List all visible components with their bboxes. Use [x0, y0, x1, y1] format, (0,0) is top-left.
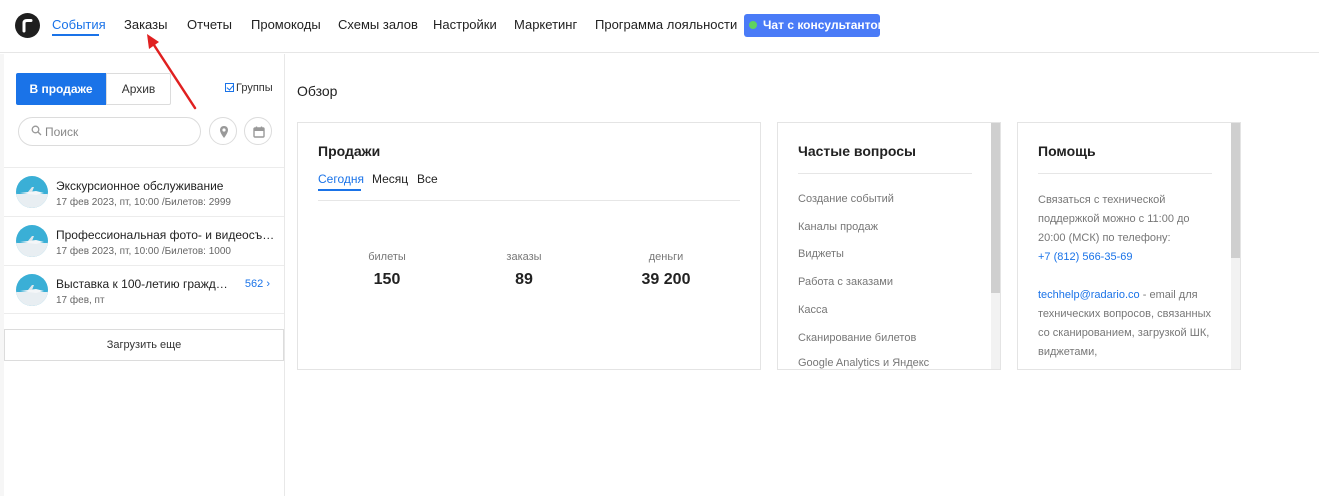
logo-icon[interactable] — [15, 13, 40, 38]
search-input[interactable] — [45, 123, 195, 141]
faq-link[interactable]: Виджеты — [798, 248, 844, 260]
event-list-item[interactable]: Экскурсионное обслуживание 17 фев 2023, … — [4, 167, 284, 216]
groups-label: Группы — [236, 82, 273, 94]
annotation-arrow-icon — [147, 34, 197, 110]
checkbox-checked-icon — [225, 83, 234, 92]
stat-orders: заказы 89 — [474, 251, 574, 289]
event-title: Экскурсионное обслуживание — [56, 179, 224, 193]
faq-card: Частые вопросы Создание событий Каналы п… — [777, 122, 1001, 370]
nav-loyalty-program[interactable]: Программа лояльности — [595, 17, 737, 32]
sales-title: Продажи — [318, 143, 381, 159]
stat-label: заказы — [506, 251, 542, 263]
chat-button-label: Чат с консультантом — [763, 18, 887, 32]
event-thumbnail — [16, 225, 48, 257]
event-thumbnail — [16, 274, 48, 306]
event-date: 17 фев, пт — [56, 295, 105, 306]
active-tab-indicator — [318, 189, 361, 191]
support-phone-link[interactable]: +7 (812) 566-35-69 — [1038, 251, 1132, 263]
stat-value: 150 — [373, 271, 401, 288]
help-support-text: Связаться с технической поддержкой можно… — [1038, 194, 1190, 244]
divider — [1038, 173, 1212, 174]
nav-promocodes[interactable]: Промокоды — [251, 17, 321, 32]
faq-title: Частые вопросы — [798, 143, 916, 159]
help-card: Помощь Связаться с технической поддержко… — [1017, 122, 1241, 370]
stat-value: 89 — [515, 271, 533, 288]
tab-all[interactable]: Все — [417, 172, 438, 186]
stat-tickets: билеты 150 — [337, 251, 437, 289]
help-title: Помощь — [1038, 143, 1096, 159]
search-box — [18, 117, 201, 146]
faq-link[interactable]: Касса — [798, 304, 828, 316]
sales-card: Продажи Сегодня Месяц Все билеты 150 зак… — [297, 122, 761, 370]
help-text: Связаться с технической поддержкой можно… — [1038, 191, 1218, 362]
support-email-link[interactable]: techhelp@radario.co — [1038, 289, 1140, 301]
scrollbar[interactable] — [991, 123, 1000, 369]
scrollbar-thumb[interactable] — [991, 123, 1000, 293]
event-date-tickets: 17 фев 2023, пт, 10:00 /Билетов: 2999 — [56, 197, 231, 208]
search-icon — [31, 125, 42, 136]
event-date-tickets: 17 фев 2023, пт, 10:00 /Билетов: 1000 — [56, 246, 231, 257]
event-thumbnail — [16, 176, 48, 208]
faq-link[interactable]: Каналы продаж — [798, 221, 878, 233]
nav-hall-schemes[interactable]: Схемы залов — [338, 17, 418, 32]
event-title: Выставка к 100-летию гражданской авиации — [56, 277, 228, 291]
location-filter-button[interactable] — [209, 117, 237, 145]
faq-link[interactable]: Google Analytics и Яндекс — [798, 357, 929, 369]
date-filter-button[interactable] — [244, 117, 272, 145]
nav-settings[interactable]: Настройки — [433, 17, 497, 32]
tab-on-sale[interactable]: В продаже — [16, 73, 106, 105]
nav-events[interactable]: События — [52, 17, 106, 32]
tab-today[interactable]: Сегодня — [318, 172, 364, 186]
stat-money: деньги 39 200 — [616, 251, 716, 289]
faq-link[interactable]: Сканирование билетов — [798, 332, 916, 344]
divider — [318, 200, 740, 201]
stat-label: деньги — [648, 251, 684, 263]
nav-marketing[interactable]: Маркетинг — [514, 17, 577, 32]
calendar-icon — [253, 126, 265, 138]
tab-month[interactable]: Месяц — [372, 172, 408, 186]
load-more-button[interactable]: Загрузить еще — [4, 329, 284, 361]
event-list-item[interactable]: Профессиональная фото- и видеосъемка 17 … — [4, 216, 284, 265]
active-tab-indicator — [52, 34, 99, 36]
event-ticket-count-link[interactable]: 562 › — [245, 278, 270, 290]
groups-checkbox[interactable]: Группы — [225, 82, 273, 94]
faq-link[interactable]: Создание событий — [798, 193, 894, 205]
event-list-item[interactable]: Выставка к 100-летию гражданской авиации… — [4, 265, 284, 314]
chat-consultant-button[interactable]: Чат с консультантом — [744, 14, 886, 37]
scrollbar[interactable] — [1231, 123, 1240, 369]
online-status-icon — [749, 21, 757, 29]
divider — [798, 173, 972, 174]
stat-label: билеты — [368, 251, 406, 263]
page-title: Обзор — [297, 83, 338, 99]
scrollbar-thumb[interactable] — [1231, 123, 1240, 258]
event-title: Профессиональная фото- и видеосъемка — [56, 228, 276, 242]
faq-link[interactable]: Работа с заказами — [798, 276, 893, 288]
location-pin-icon — [220, 126, 228, 138]
stat-value: 39 200 — [641, 271, 691, 288]
